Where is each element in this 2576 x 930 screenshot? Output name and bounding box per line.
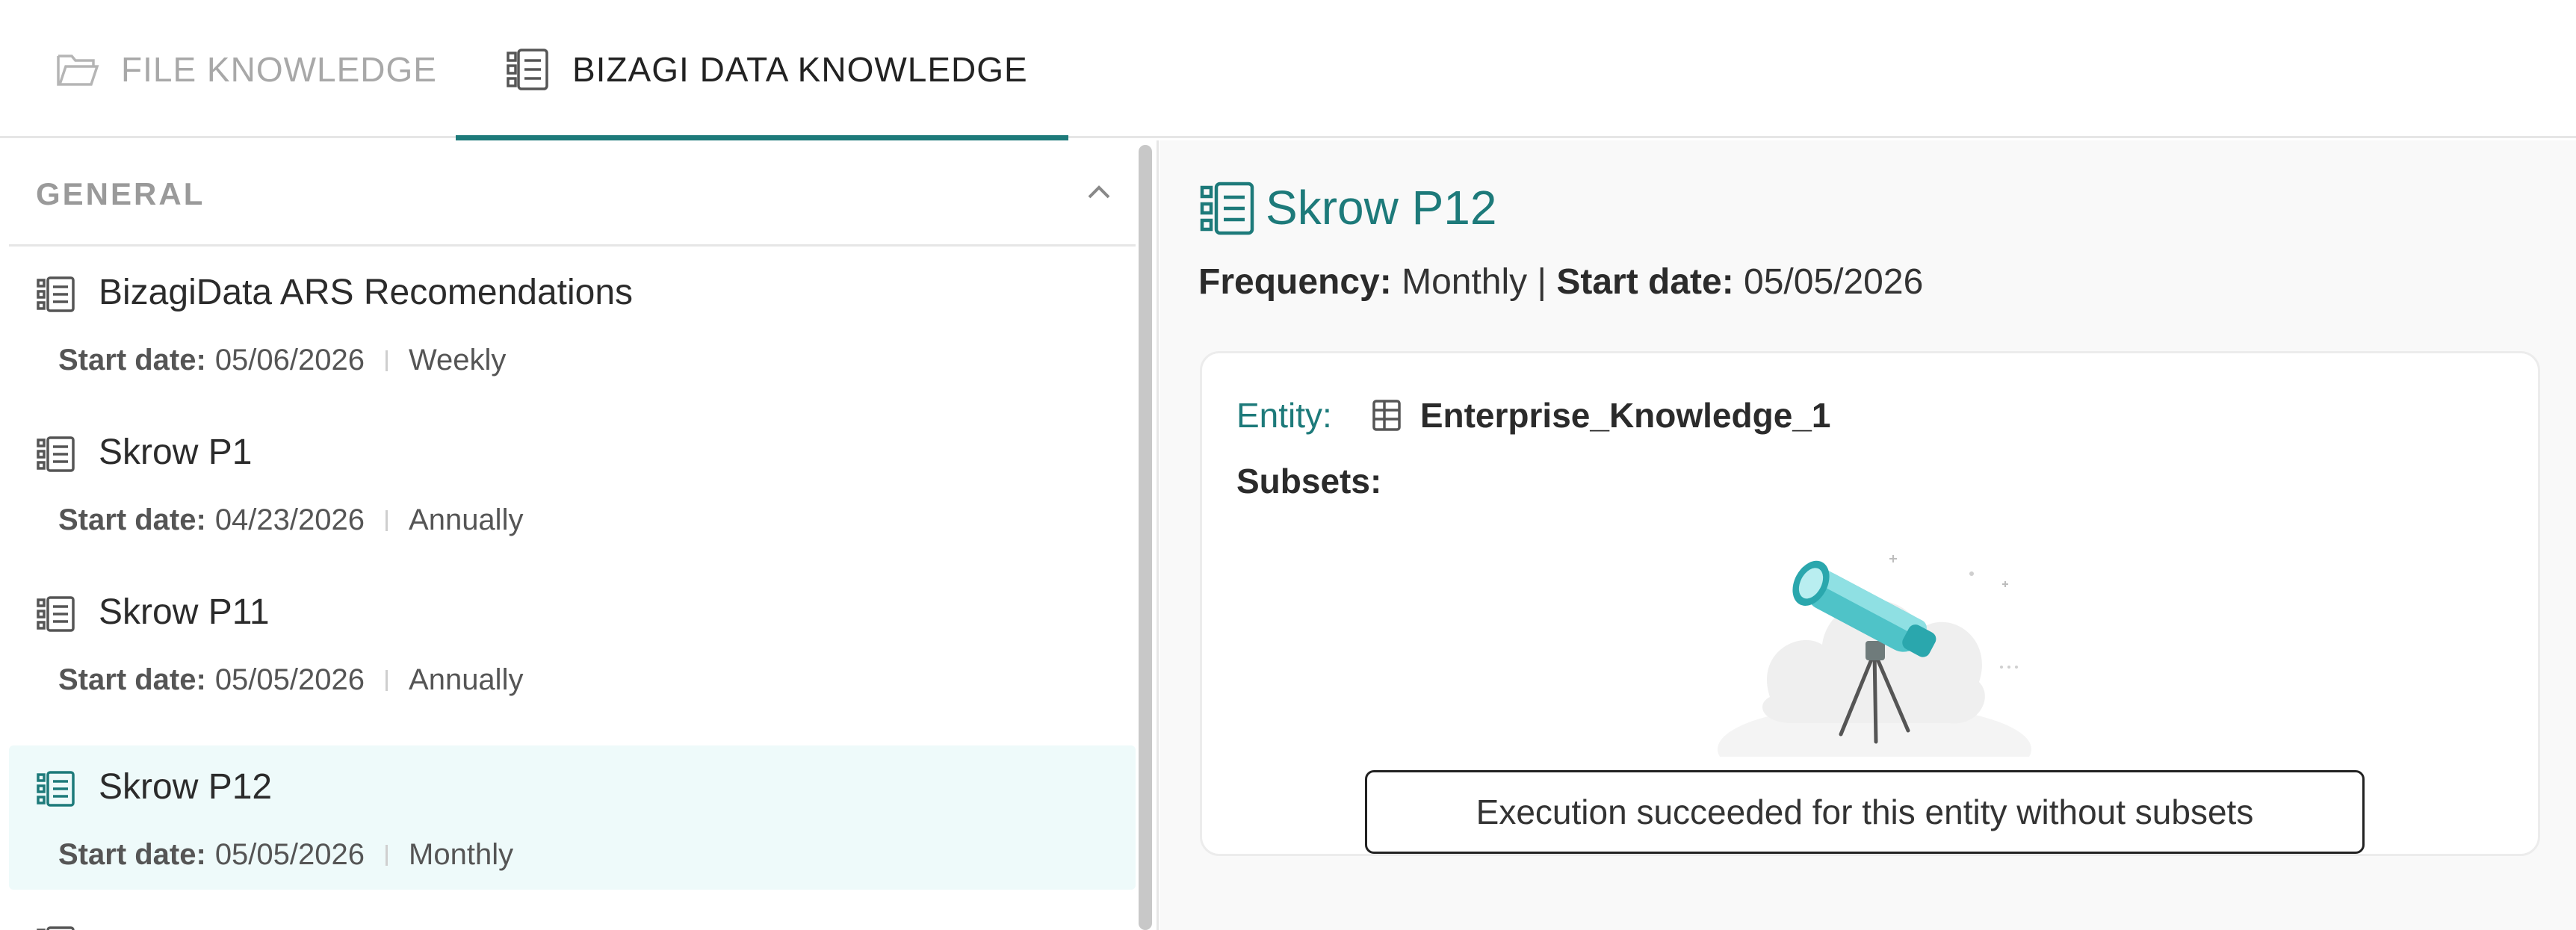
- data-list-icon: [505, 46, 553, 93]
- frequency-value: Annually: [409, 503, 524, 536]
- frequency-label: Frequency:: [1198, 262, 1392, 302]
- detail-panel: Skrow P12 Frequency: Monthly | Start dat…: [1159, 140, 2576, 930]
- frequency-value: Monthly: [409, 838, 514, 871]
- list-scrollbar[interactable]: [1139, 145, 1152, 930]
- chevron-up-icon[interactable]: [1080, 173, 1118, 211]
- entity-label: Entity:: [1236, 396, 1332, 435]
- start-date-label: Start date:: [1556, 262, 1734, 302]
- telescope-illustration: [1710, 540, 2039, 794]
- list-item-name: Skrow P1: [99, 433, 253, 472]
- start-date-value: 05/05/2026: [214, 838, 365, 871]
- list-item-meta: Start date: 05/06/2026 Weekly: [58, 344, 506, 377]
- list-item-meta: Start date: 05/05/2026 Monthly: [58, 838, 513, 872]
- list-document-icon: [36, 593, 78, 635]
- tab-bizagi-data-knowledge-label: BIZAGI DATA KNOWLEDGE: [572, 49, 1028, 89]
- start-date-label: Start date:: [58, 344, 206, 376]
- subsets-label: Subsets:: [1236, 462, 1382, 500]
- meta-separator: [386, 844, 388, 866]
- active-tab-indicator: [456, 135, 1068, 140]
- list-item-selected[interactable]: Skrow P12 Start date: 05/05/2026 Monthly: [9, 745, 1136, 890]
- start-date-value: 05/05/2026: [1744, 262, 1924, 302]
- list-item-meta: Start date: 04/23/2026 Annually: [58, 503, 523, 537]
- start-date-label: Start date:: [58, 663, 206, 696]
- section-header-general[interactable]: GENERAL: [9, 140, 1136, 247]
- detail-title: Skrow P12: [1266, 181, 1497, 235]
- list-item-name: Skrow P12: [99, 767, 273, 807]
- summary-separator: |: [1537, 262, 1546, 302]
- entity-table-icon: [1369, 398, 1404, 433]
- tab-file-knowledge-label: FILE KNOWLEDGE: [121, 49, 437, 89]
- list-item[interactable]: BizagiData ARS Recomendations Start date…: [9, 251, 1136, 395]
- list-item-meta: Start date: 05/05/2026 Annually: [58, 663, 523, 697]
- start-date-value: 04/23/2026: [214, 503, 365, 536]
- entity-row: Entity: Enterprise_Knowledge_1: [1236, 395, 1830, 435]
- list-document-icon: [36, 433, 78, 475]
- tab-bar: FILE KNOWLEDGE BIZAGI DATA KNOWLEDGE: [0, 0, 2576, 140]
- list-item[interactable]: [9, 901, 1136, 930]
- list-item[interactable]: Skrow P11 Start date: 05/05/2026 Annuall…: [9, 571, 1136, 715]
- meta-separator: [386, 669, 388, 691]
- list-document-icon: [36, 923, 78, 930]
- list-item-name: BizagiData ARS Recomendations: [99, 273, 634, 312]
- execution-status-message: Execution succeeded for this entity with…: [1365, 770, 2365, 854]
- schedule-summary: Frequency: Monthly | Start date: 05/05/2…: [1198, 261, 1923, 303]
- entity-name: Enterprise_Knowledge_1: [1419, 396, 1831, 435]
- list-item-name: Skrow P11: [99, 592, 270, 632]
- section-title: GENERAL: [36, 176, 205, 211]
- list-document-icon: [36, 273, 78, 315]
- list-document-icon: [36, 768, 78, 810]
- start-date-value: 05/06/2026: [214, 344, 365, 376]
- tab-bizagi-data-knowledge[interactable]: BIZAGI DATA KNOWLEDGE: [456, 0, 1068, 140]
- start-date-label: Start date:: [58, 503, 206, 536]
- detail-header: Skrow P12: [1198, 178, 1496, 238]
- knowledge-list-panel: GENERAL BizagiData ARS Recomendations St…: [9, 140, 1136, 930]
- meta-separator: [386, 350, 388, 371]
- panel-divider: [1157, 140, 1159, 930]
- start-date-label: Start date:: [58, 838, 206, 871]
- frequency-value: Annually: [409, 663, 524, 696]
- frequency-value: Weekly: [409, 344, 507, 376]
- frequency-value: Monthly: [1402, 262, 1528, 302]
- meta-separator: [386, 509, 388, 531]
- entity-card: Entity: Enterprise_Knowledge_1 Subsets:: [1200, 351, 2540, 856]
- start-date-value: 05/05/2026: [214, 663, 365, 696]
- tab-file-knowledge[interactable]: FILE KNOWLEDGE: [54, 0, 437, 138]
- data-list-icon: [1198, 178, 1258, 238]
- list-item[interactable]: Skrow P1 Start date: 04/23/2026 Annually: [9, 411, 1136, 555]
- folder-open-icon: [54, 46, 102, 93]
